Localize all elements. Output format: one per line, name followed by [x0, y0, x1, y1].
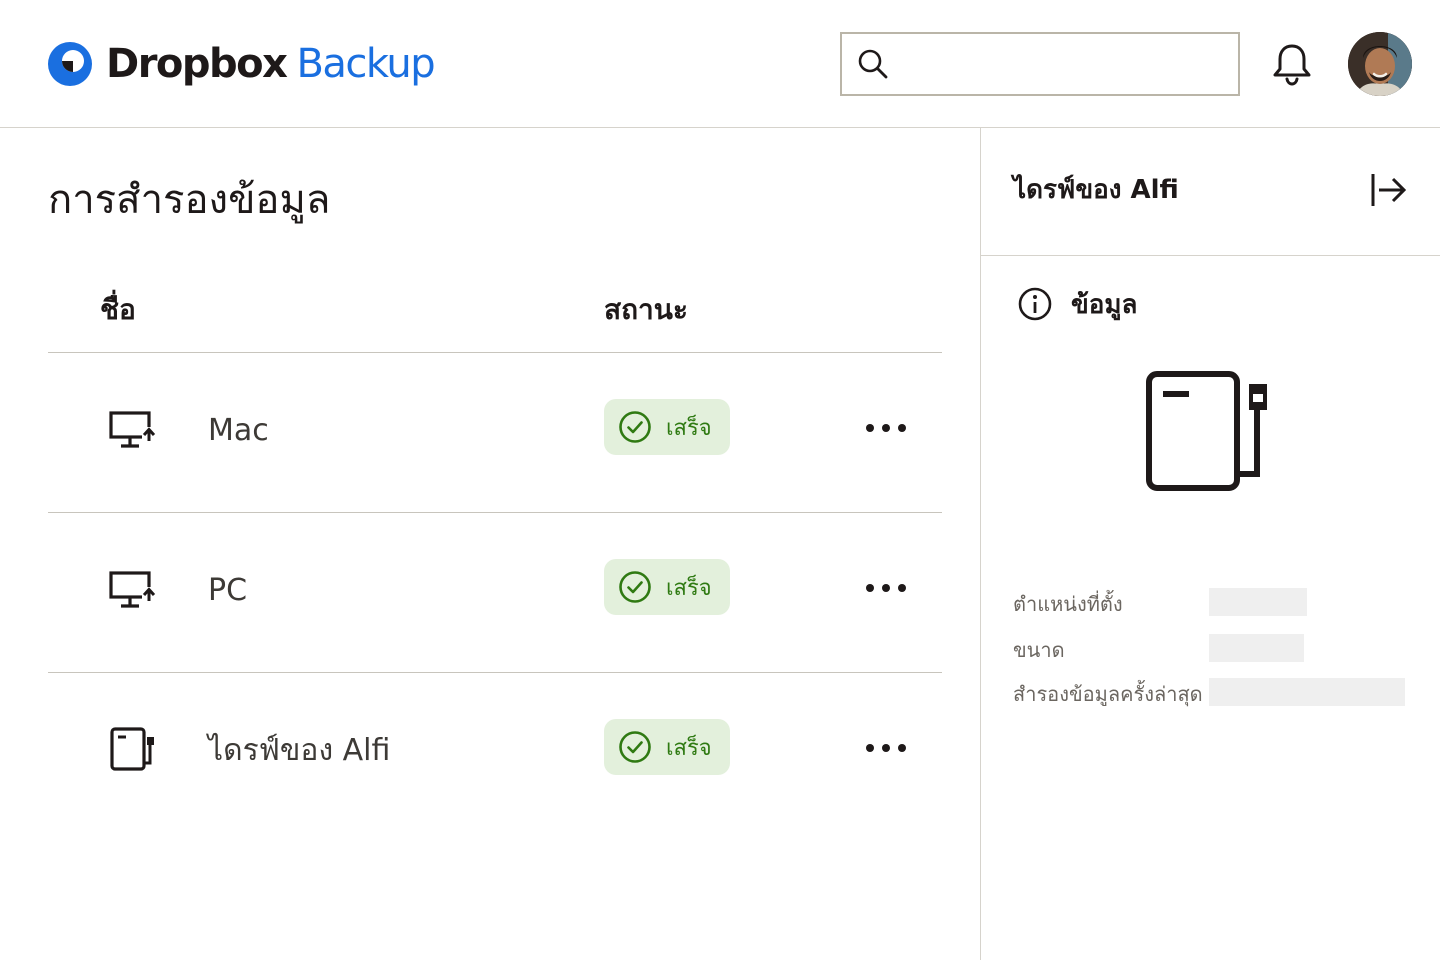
status-text: เสร็จ	[666, 730, 712, 765]
detail-label: ตำแหน่งที่ตั้ง	[1013, 588, 1123, 620]
info-label: ข้อมูล	[1071, 284, 1137, 325]
top-bar: DropboxBackup	[0, 0, 1440, 128]
table-row[interactable]: ไดรฟ์ของ Alfi เสร็จ	[48, 673, 942, 833]
more-options-icon[interactable]	[866, 733, 906, 763]
row-name[interactable]: PC	[208, 569, 247, 613]
check-circle-icon	[618, 410, 652, 444]
search-icon	[856, 47, 890, 81]
status-text: เสร็จ	[666, 570, 712, 605]
page-title: การสำรองข้อมูล	[48, 172, 330, 228]
detail-label: สำรองข้อมูลครั้งล่าสุด	[1013, 678, 1203, 710]
brand-name: Dropbox	[106, 41, 286, 87]
detail-value	[1209, 634, 1304, 662]
collapse-panel-icon[interactable]	[1369, 170, 1409, 210]
info-icon	[1017, 286, 1053, 322]
details-panel: ไดรฟ์ของ Alfi ข้อมูล ตำแหน่งที่ตั้ง	[980, 128, 1440, 960]
check-circle-icon	[618, 570, 652, 604]
detail-value	[1209, 588, 1307, 616]
status-text: เสร็จ	[666, 410, 712, 445]
more-options-icon[interactable]	[866, 413, 906, 443]
computer-backup-icon	[108, 405, 160, 457]
detail-value	[1209, 678, 1405, 706]
column-header-name[interactable]: ชื่อ	[100, 288, 136, 332]
detail-row-last-backup: สำรองข้อมูลครั้งล่าสุด	[1013, 674, 1413, 710]
search-input[interactable]	[902, 42, 1228, 86]
info-section: ข้อมูล	[1017, 284, 1137, 324]
search-box[interactable]	[840, 32, 1240, 96]
status-badge: เสร็จ	[604, 399, 730, 455]
column-header-status[interactable]: สถานะ	[604, 288, 688, 332]
avatar-photo	[1348, 32, 1412, 96]
dropbox-backup-logo[interactable]: DropboxBackup	[46, 40, 434, 88]
row-name[interactable]: Mac	[208, 409, 269, 453]
backup-list-area: การสำรองข้อมูล ชื่อ สถานะ Mac เสร็จ	[0, 128, 980, 960]
external-drive-icon	[108, 725, 160, 777]
app-window: DropboxBackup	[0, 0, 1440, 960]
detail-row-size: ขนาด	[1013, 630, 1413, 666]
computer-backup-icon	[108, 565, 160, 617]
dropbox-backup-logo-icon	[46, 40, 94, 88]
row-name[interactable]: ไดรฟ์ของ Alfi	[208, 729, 390, 773]
external-drive-illustration	[1141, 368, 1281, 498]
table-row[interactable]: Mac เสร็จ	[48, 353, 942, 513]
product-name: Backup	[296, 41, 434, 87]
user-avatar[interactable]	[1348, 32, 1412, 96]
bell-icon[interactable]	[1268, 40, 1316, 88]
more-options-icon[interactable]	[866, 573, 906, 603]
table-row[interactable]: PC เสร็จ	[48, 513, 942, 673]
status-badge: เสร็จ	[604, 719, 730, 775]
panel-title: ไดรฟ์ของ Alfi	[1013, 170, 1179, 210]
detail-label: ขนาด	[1013, 634, 1065, 666]
check-circle-icon	[618, 730, 652, 764]
panel-header: ไดรฟ์ของ Alfi	[981, 128, 1440, 256]
detail-row-location: ตำแหน่งที่ตั้ง	[1013, 584, 1413, 620]
status-badge: เสร็จ	[604, 559, 730, 615]
